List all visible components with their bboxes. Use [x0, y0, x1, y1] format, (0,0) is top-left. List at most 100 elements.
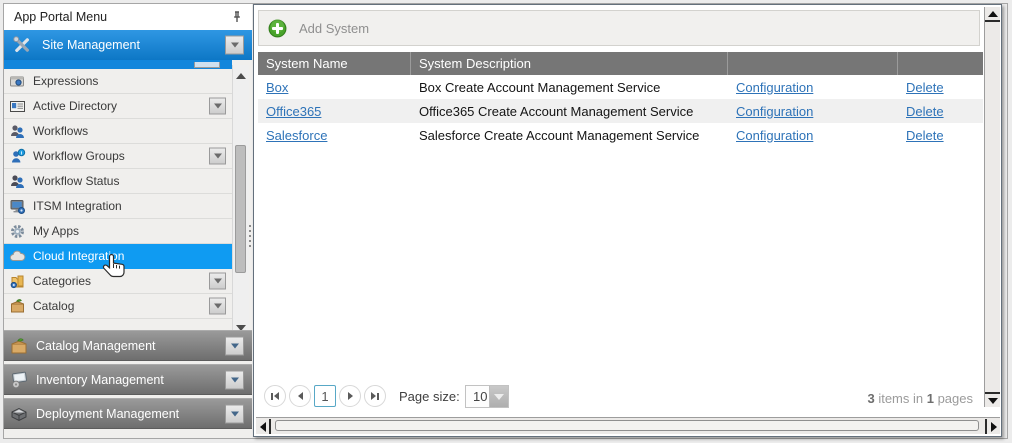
- system-description: Box Create Account Management Service: [411, 75, 728, 99]
- vertical-scrollbar[interactable]: [984, 7, 1000, 407]
- table-header: System Name System Description: [258, 52, 983, 75]
- chevron-down-button[interactable]: [209, 98, 226, 115]
- sidebar-item-catalog[interactable]: Catalog: [4, 294, 232, 319]
- sidebar-item-itsm-integration[interactable]: ITSM Integration: [4, 194, 232, 219]
- delete-link[interactable]: Delete: [906, 104, 944, 119]
- chevron-down-icon[interactable]: [489, 386, 508, 407]
- sidebar-group-catalog-management[interactable]: Catalog Management: [4, 330, 252, 361]
- sidebar-header: App Portal Menu: [4, 4, 252, 30]
- first-page-button[interactable]: [264, 385, 286, 407]
- sidebar-group-label: Inventory Management: [36, 373, 164, 387]
- sidebar-item-expressions[interactable]: Expressions: [4, 69, 232, 94]
- sidebar-group-label: Site Management: [42, 38, 140, 52]
- add-icon[interactable]: [267, 18, 288, 39]
- horizontal-scrollbar[interactable]: [256, 417, 1000, 434]
- sidebar-title: App Portal Menu: [14, 10, 107, 24]
- chevron-down-button[interactable]: [209, 298, 226, 315]
- last-page-button[interactable]: [364, 385, 386, 407]
- sidebar-item-label: Categories: [33, 274, 91, 288]
- configuration-link[interactable]: Configuration: [736, 104, 813, 119]
- categories-icon: [9, 273, 26, 290]
- sidebar-group-site-management[interactable]: Site Management: [4, 30, 252, 60]
- expressions-icon: [9, 73, 26, 90]
- sidebar: App Portal Menu Site Management Exp: [4, 4, 252, 438]
- next-page-button[interactable]: [339, 385, 361, 407]
- sidebar-item-workflows[interactable]: Workflows: [4, 119, 232, 144]
- workflow-groups-icon: i: [9, 148, 26, 165]
- sidebar-item-label: Workflow Status: [33, 174, 119, 188]
- sidebar-item-my-apps[interactable]: My Apps: [4, 219, 232, 244]
- page-size-select[interactable]: 10: [465, 385, 509, 408]
- page-size-value: 10: [466, 386, 489, 407]
- sidebar-group-inventory-management[interactable]: Inventory Management: [4, 364, 252, 395]
- sidebar-bottom-groups: Catalog Management Inventory Management …: [4, 330, 252, 432]
- system-name-link[interactable]: Box: [266, 80, 288, 95]
- page-size-label: Page size:: [399, 389, 460, 404]
- itsm-integration-icon: [9, 198, 26, 215]
- sidebar-item-label: Expressions: [33, 74, 98, 88]
- scroll-left-icon[interactable]: [256, 419, 271, 434]
- sidebar-item-active-directory[interactable]: Active Directory: [4, 94, 232, 119]
- app-window: App Portal Menu Site Management Exp: [0, 0, 1012, 443]
- delete-link[interactable]: Delete: [906, 80, 944, 95]
- catalog-management-icon: [9, 336, 29, 356]
- column-header-system-name[interactable]: System Name: [258, 52, 411, 75]
- configuration-link[interactable]: Configuration: [736, 80, 813, 95]
- partial-button-bottom: [194, 62, 220, 68]
- chevron-down-button[interactable]: [225, 36, 244, 55]
- pagination-bar: 1 Page size: 10 3 items in 1 pages: [254, 379, 1001, 417]
- current-page-button[interactable]: 1: [314, 385, 336, 407]
- workflow-status-icon: [9, 173, 26, 190]
- sidebar-group-label: Deployment Management: [36, 407, 179, 421]
- chevron-down-button[interactable]: [209, 273, 226, 290]
- column-header-configuration: [728, 52, 898, 75]
- sidebar-item-label: My Apps: [33, 224, 79, 238]
- sidebar-item-label: Catalog: [33, 299, 74, 313]
- active-directory-icon: [9, 98, 26, 115]
- sidebar-item-workflow-status[interactable]: Workflow Status: [4, 169, 232, 194]
- sidebar-item-workflow-groups[interactable]: i Workflow Groups: [4, 144, 232, 169]
- items-count: 3: [867, 391, 874, 406]
- pin-icon[interactable]: [230, 10, 244, 24]
- column-header-system-description[interactable]: System Description: [411, 52, 728, 75]
- sidebar-item-label: Active Directory: [33, 99, 117, 113]
- chevron-down-button[interactable]: [225, 336, 244, 355]
- chevron-down-button[interactable]: [225, 370, 244, 389]
- system-description: Office365 Create Account Management Serv…: [411, 99, 728, 123]
- sidebar-group-deployment-management[interactable]: Deployment Management: [4, 398, 252, 429]
- items-summary: 3 items in 1 pages: [867, 391, 973, 406]
- deployment-management-icon: [9, 404, 29, 424]
- column-header-delete: [898, 52, 983, 75]
- workflows-icon: [9, 123, 26, 140]
- system-name-link[interactable]: Salesforce: [266, 128, 327, 143]
- chevron-down-button[interactable]: [209, 148, 226, 165]
- chevron-down-button[interactable]: [225, 404, 244, 423]
- table-row: Salesforce Salesforce Create Account Man…: [258, 123, 983, 147]
- scroll-right-icon[interactable]: [985, 419, 1000, 434]
- configuration-link[interactable]: Configuration: [736, 128, 813, 143]
- system-name-link[interactable]: Office365: [266, 104, 321, 119]
- scroll-down-icon[interactable]: [985, 392, 1000, 407]
- table-row: Office365 Office365 Create Account Manag…: [258, 99, 983, 123]
- sidebar-scrollbar[interactable]: [232, 65, 249, 339]
- splitter-handle[interactable]: [249, 225, 252, 247]
- table-row: Box Box Create Account Management Servic…: [258, 75, 983, 99]
- system-description: Salesforce Create Account Management Ser…: [411, 123, 728, 147]
- cloud-integration-icon: [9, 248, 26, 265]
- sidebar-group-label: Catalog Management: [36, 339, 156, 353]
- sidebar-item-label: Workflows: [33, 124, 88, 138]
- delete-link[interactable]: Delete: [906, 128, 944, 143]
- toolbar: Add System: [258, 10, 980, 46]
- scrollbar-thumb[interactable]: [235, 145, 246, 273]
- inventory-management-icon: [9, 370, 29, 390]
- my-apps-icon: [9, 223, 26, 240]
- sidebar-item-label: Workflow Groups: [33, 149, 125, 163]
- scroll-up-icon[interactable]: [233, 69, 249, 83]
- previous-page-button[interactable]: [289, 385, 311, 407]
- main-panel: Add System System Name System Descriptio…: [253, 4, 1002, 437]
- scroll-up-icon[interactable]: [985, 7, 1000, 22]
- add-system-button[interactable]: Add System: [299, 21, 369, 36]
- pages-count: 1: [927, 391, 934, 406]
- scrollbar-thumb[interactable]: [275, 420, 979, 431]
- cursor-icon: [101, 252, 127, 282]
